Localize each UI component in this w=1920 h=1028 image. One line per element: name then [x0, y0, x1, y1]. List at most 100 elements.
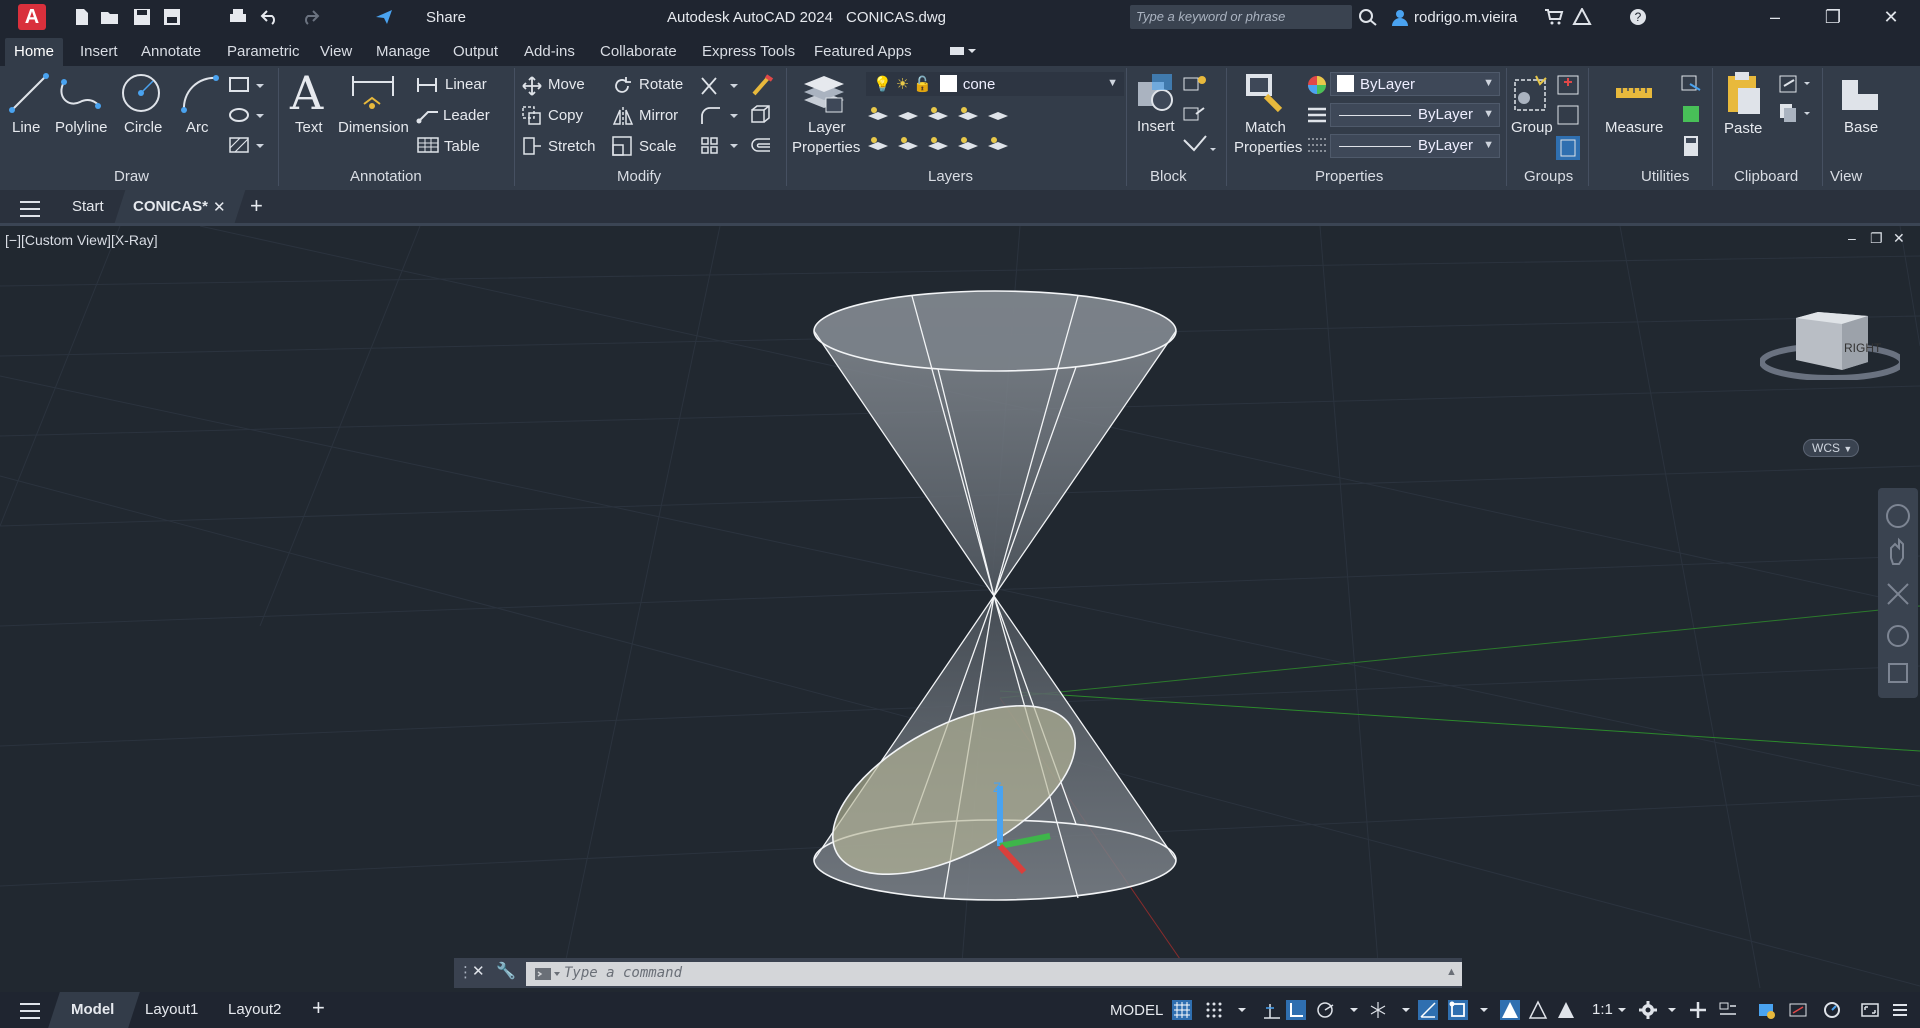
- isodraft-icon[interactable]: [1368, 1000, 1388, 1020]
- search-icon[interactable]: [1358, 8, 1378, 26]
- search-input[interactable]: Type a keyword or phrase: [1130, 5, 1352, 29]
- scale-icon[interactable]: [612, 136, 632, 156]
- viewport-restore-icon[interactable]: ❐: [1870, 230, 1883, 247]
- tab-express-tools[interactable]: Express Tools: [702, 43, 795, 60]
- tab-layout1[interactable]: Layout1: [145, 1001, 198, 1018]
- circle-icon[interactable]: [120, 72, 162, 114]
- properties-panel-title[interactable]: Properties: [1315, 168, 1383, 185]
- tab-layout2[interactable]: Layout2: [228, 1001, 281, 1018]
- new-layout-icon[interactable]: +: [312, 995, 325, 1021]
- utility-tools-icon[interactable]: [1680, 72, 1704, 162]
- lower-cone[interactable]: [807, 595, 1177, 909]
- line-icon[interactable]: [8, 72, 50, 114]
- tab-collaborate[interactable]: Collaborate: [600, 43, 677, 60]
- close-tab-icon[interactable]: ✕: [213, 198, 226, 216]
- modify-panel-title[interactable]: Modify: [617, 168, 661, 185]
- snap-mode-icon[interactable]: [1204, 1000, 1224, 1020]
- color-wheel-icon[interactable]: [1306, 74, 1328, 96]
- clean-screen-icon[interactable]: [1860, 1000, 1880, 1020]
- trim-icon[interactable]: [700, 76, 740, 96]
- share-label[interactable]: Share: [426, 9, 466, 26]
- polyline-button[interactable]: Polyline: [55, 119, 108, 136]
- object-snap-dropdown-icon[interactable]: [1474, 1000, 1494, 1020]
- move-button[interactable]: Move: [548, 76, 585, 93]
- stretch-icon[interactable]: [522, 136, 542, 156]
- paste-button[interactable]: Paste: [1724, 120, 1762, 137]
- tab-start[interactable]: Start: [72, 198, 104, 215]
- command-history-toggle-icon[interactable]: ▲: [1446, 966, 1457, 978]
- block-tools-icon[interactable]: [1182, 74, 1218, 160]
- scale-dropdown-icon[interactable]: [1612, 1000, 1632, 1020]
- user-icon[interactable]: [1390, 8, 1410, 26]
- tab-insert[interactable]: Insert: [80, 43, 118, 60]
- drawing-viewport[interactable]: Z [−][Custom View][X-Ray] – ❐ ✕ RIGHT WC…: [0, 226, 1920, 988]
- linear-icon[interactable]: [416, 76, 440, 94]
- cart-icon[interactable]: [1544, 8, 1564, 26]
- polyline-icon[interactable]: [58, 74, 102, 114]
- ribbon-minimize-toggle-icon[interactable]: [950, 44, 976, 56]
- annotation-scale-icon[interactable]: [1556, 1000, 1576, 1020]
- save-icon[interactable]: [132, 8, 152, 26]
- upper-cone[interactable]: [813, 290, 1177, 597]
- autocad-logo[interactable]: A: [18, 4, 46, 30]
- match-properties-label-1[interactable]: Match: [1245, 119, 1286, 136]
- group-button[interactable]: Group: [1511, 119, 1553, 136]
- viewport-close-icon[interactable]: ✕: [1893, 230, 1905, 247]
- status-menu-icon[interactable]: [18, 1002, 42, 1020]
- layer-dropdown[interactable]: 💡 ☀ 🔓 cone ▼: [866, 72, 1124, 96]
- units-icon[interactable]: [1718, 1000, 1738, 1020]
- utilities-panel-title[interactable]: Utilities: [1641, 168, 1689, 185]
- save-as-icon[interactable]: [162, 8, 182, 26]
- object-snap-icon[interactable]: [1448, 1000, 1468, 1020]
- dimension-icon[interactable]: [350, 72, 396, 116]
- rotate-icon[interactable]: [612, 76, 632, 96]
- arc-icon[interactable]: [180, 72, 222, 114]
- rotate-button[interactable]: Rotate: [639, 76, 683, 93]
- line-button[interactable]: Line: [12, 119, 40, 136]
- clipboard-tools-icon[interactable]: [1778, 72, 1812, 132]
- annotation-panel-title[interactable]: Annotation: [350, 168, 422, 185]
- mirror-icon[interactable]: [612, 106, 634, 126]
- layer-properties-label-2[interactable]: Properties: [792, 139, 860, 156]
- layer-properties-icon[interactable]: [800, 70, 848, 116]
- drawing-canvas[interactable]: Z: [0, 226, 1920, 988]
- circle-button[interactable]: Circle: [124, 119, 162, 136]
- view-panel-title[interactable]: View: [1830, 168, 1862, 185]
- command-grip-icon[interactable]: ⋮: [458, 963, 473, 981]
- table-icon[interactable]: [416, 136, 440, 154]
- paste-icon[interactable]: [1722, 70, 1762, 116]
- print-icon[interactable]: [228, 8, 248, 26]
- tab-output[interactable]: Output: [453, 43, 498, 60]
- model-space-toggle[interactable]: MODEL: [1110, 1002, 1163, 1019]
- annotation-scale-value[interactable]: 1:1: [1592, 1001, 1613, 1018]
- open-file-icon[interactable]: [100, 8, 120, 26]
- tab-featured-apps[interactable]: Featured Apps: [814, 43, 912, 60]
- leader-icon[interactable]: [416, 106, 440, 124]
- tab-conicas[interactable]: CONICAS*: [133, 198, 208, 215]
- transparency-icon[interactable]: [1306, 136, 1328, 154]
- measure-icon[interactable]: [1614, 80, 1654, 104]
- color-dropdown[interactable]: ByLayer ▼: [1330, 72, 1500, 96]
- erase-icon[interactable]: [750, 74, 774, 96]
- tab-view[interactable]: View: [320, 43, 352, 60]
- text-button[interactable]: Text: [295, 119, 323, 136]
- tab-parametric[interactable]: Parametric: [227, 43, 300, 60]
- annotation-visibility-icon[interactable]: [1500, 1000, 1520, 1020]
- tab-model[interactable]: Model: [71, 1001, 114, 1018]
- isolate-objects-icon[interactable]: [1756, 1000, 1776, 1020]
- leader-button[interactable]: Leader: [443, 107, 490, 124]
- match-properties-label-2[interactable]: Properties: [1234, 139, 1302, 156]
- status-customize-icon[interactable]: [1890, 1000, 1910, 1020]
- measure-button[interactable]: Measure: [1605, 119, 1663, 136]
- array-icon[interactable]: [700, 136, 740, 156]
- wcs-menu[interactable]: WCS ▼: [1803, 439, 1859, 457]
- undo-icon[interactable]: [260, 8, 280, 26]
- base-button[interactable]: Base: [1844, 119, 1878, 136]
- copy-icon[interactable]: [522, 106, 542, 126]
- match-properties-icon[interactable]: [1242, 70, 1286, 118]
- grid-toggle-icon[interactable]: [1172, 1000, 1192, 1020]
- offset-icon[interactable]: [750, 136, 772, 156]
- arc-button[interactable]: Arc: [186, 119, 209, 136]
- mirror-button[interactable]: Mirror: [639, 107, 678, 124]
- clipboard-panel-title[interactable]: Clipboard: [1734, 168, 1798, 185]
